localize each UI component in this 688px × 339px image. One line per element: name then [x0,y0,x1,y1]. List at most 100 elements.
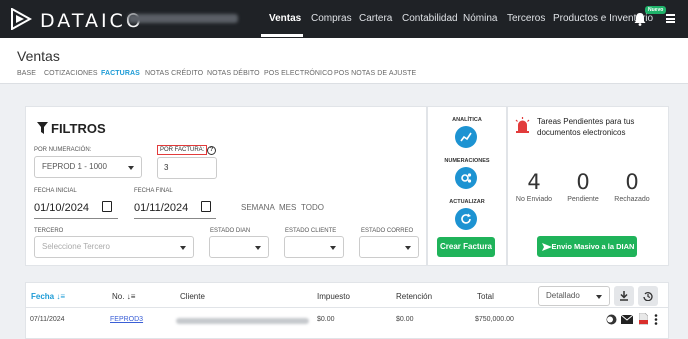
actualizar-button[interactable] [455,208,477,230]
chevron-down-icon [405,246,411,250]
nav-contabilidad[interactable]: Contabilidad [402,0,458,38]
nav-ventas[interactable]: Ventas [269,0,301,38]
estado-correo-label: ESTADO CORREO [361,228,414,234]
tercero-label: TERCERO [34,228,64,234]
nav-terceros[interactable]: Terceros [507,0,545,38]
cell-fecha: 07/11/2024 [30,316,65,323]
history-button[interactable] [638,286,658,306]
dataico-logo-icon[interactable] [10,8,32,30]
download-icon [620,291,628,301]
page-header: Ventas BASE COTIZACIONES FACTURAS NOTAS … [0,38,688,84]
tercero-placeholder: Seleccione Tercero [42,242,110,251]
tab-notas-credito[interactable]: NOTAS CRÉDITO [145,70,203,77]
period-mes[interactable]: MES [279,203,296,212]
count-pendiente: 0 [576,170,590,194]
filters-title: FILTROS [51,121,106,136]
download-button[interactable] [614,286,634,306]
chevron-down-icon [596,295,602,299]
envio-masivo-dian-button[interactable]: Envio Masivo a la DIAN [537,236,637,257]
bell-icon[interactable] [633,12,647,26]
numeraciones-button[interactable] [455,167,477,189]
estado-dian-select[interactable] [209,236,269,258]
chevron-down-icon [330,246,336,250]
estado-cliente-select[interactable] [284,236,344,258]
view-mode-value: Detallado [546,291,580,300]
hamburger-menu-icon[interactable] [666,14,675,23]
fecha-inicial-label: FECHA INICIAL [34,188,77,194]
tab-pos-electronico[interactable]: POS ELECTRÓNICO [264,70,333,77]
tab-base[interactable]: BASE [17,70,36,77]
calendar-icon[interactable] [201,201,211,212]
company-name-redacted [128,14,238,23]
column-header-cliente[interactable]: Cliente [180,292,205,301]
factura-input-value: 3 [164,163,169,172]
table-header-divider [25,307,669,308]
dian-status-icon[interactable] [606,314,617,325]
send-icon [542,243,552,251]
cell-total: $750,000.00 [475,316,514,323]
period-todo[interactable]: TODO [301,203,324,212]
cell-cliente-redacted [176,318,309,324]
tab-facturas[interactable]: FACTURAS [101,70,140,77]
count-rechazado: 0 [625,170,639,194]
numeracion-label: POR NUMERACIÓN: [34,147,92,153]
fecha-final-label: FECHA FINAL [134,188,173,194]
chart-line-icon [460,132,472,142]
chevron-down-icon [180,246,186,250]
envio-masivo-label: Envio Masivo a la DIAN [551,242,635,251]
sort-icon: ↓≡ [126,292,136,301]
cell-numero-link[interactable]: FEPROD3 [110,316,143,323]
chevron-down-icon [255,246,261,250]
column-header-fecha-label: Fecha [31,292,55,301]
cell-impuesto: $0.00 [317,316,335,323]
label-rechazado: Rechazado [614,196,650,203]
analitica-label: ANALÍTICA [452,117,482,123]
nav-cartera[interactable]: Cartera [359,0,392,38]
pdf-file-icon[interactable] [639,313,648,325]
numeracion-select[interactable]: FEPROD 1 - 1000 [34,156,142,178]
alarm-light-icon [515,117,530,133]
tab-notas-debito[interactable]: NOTAS DÉBITO [207,70,260,77]
column-header-fecha[interactable]: Fecha ↓≡ [31,292,65,301]
analitica-button[interactable] [455,126,477,148]
estado-correo-select[interactable] [359,236,419,258]
numeraciones-label: NUMERACIONES [444,158,490,164]
filter-funnel-icon [37,122,48,134]
column-header-total[interactable]: Total [477,292,494,301]
top-navigation-bar: DATAICO Ventas Compras Cartera Contabili… [0,0,688,38]
estado-cliente-label: ESTADO CLIENTE [285,228,337,234]
numeracion-select-value: FEPROD 1 - 1000 [42,162,107,171]
factura-input[interactable]: 3 [157,157,217,179]
tab-cotizaciones[interactable]: COTIZACIONES [44,70,98,77]
calendar-icon[interactable] [102,201,112,212]
column-header-no[interactable]: No. ↓≡ [112,292,135,301]
tercero-select[interactable]: Seleccione Tercero [34,236,194,258]
period-semana[interactable]: SEMANA [241,203,275,212]
chevron-down-icon [128,166,134,170]
cell-retencion: $0.00 [396,316,414,323]
pending-tasks-title: Tareas Pendientes para tus documentos el… [537,117,635,137]
tab-pos-notas-ajuste[interactable]: POS NOTAS DE AJUSTE [334,70,416,77]
factura-label: POR FACTURA: [157,145,208,155]
view-mode-select[interactable]: Detallado [538,286,610,306]
label-pendiente: Pendiente [567,196,599,203]
history-icon [643,292,653,301]
cogs-icon [461,173,472,183]
page-title: Ventas [17,48,60,64]
column-header-impuesto[interactable]: Impuesto [317,292,350,301]
fecha-inicial-value: 01/10/2024 [34,202,90,214]
help-icon[interactable]: ? [207,146,216,155]
more-options-icon[interactable] [654,314,658,325]
count-no-enviado: 4 [527,170,541,194]
nav-nomina[interactable]: Nómina [463,0,497,38]
sort-icon: ↓≡ [56,292,66,301]
envelope-icon[interactable] [621,315,633,324]
new-badge: Nuevo [645,6,667,14]
nav-compras[interactable]: Compras [311,0,352,38]
column-header-retencion[interactable]: Retención [396,292,432,301]
crear-factura-button[interactable]: Crear Factura [437,237,495,257]
fecha-final-value: 01/11/2024 [134,202,189,214]
estado-dian-label: ESTADO DIAN [210,228,251,234]
actualizar-label: ACTUALIZAR [449,199,485,205]
column-header-no-label: No. [112,292,125,301]
